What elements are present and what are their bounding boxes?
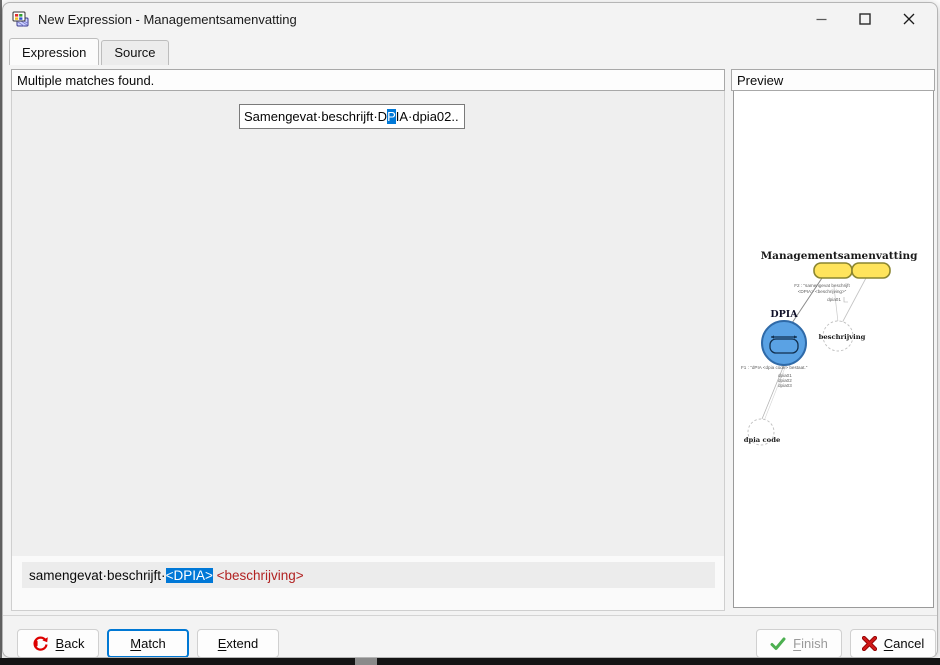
tab-expression[interactable]: Expression xyxy=(9,38,99,65)
window-title: New Expression - Managementsamenvatting xyxy=(38,12,297,27)
status-message-bar: Multiple matches found. xyxy=(11,69,725,91)
entity-dpia-code-label: dpia code xyxy=(744,436,781,444)
background-taskbar-item xyxy=(355,658,377,665)
role-box-left xyxy=(814,263,852,278)
match-button[interactable]: Match xyxy=(107,629,189,658)
app-icon xyxy=(11,10,31,28)
tab-strip: Expression Source xyxy=(9,39,171,65)
preview-diagram: Managementsamenvatting F2 : "samengevat … xyxy=(734,91,934,608)
f1-population-3: dpia03 xyxy=(778,383,792,388)
diagram-title: Managementsamenvatting xyxy=(761,250,919,262)
finish-button[interactable]: Finish xyxy=(756,629,842,658)
background-taskbar-strip xyxy=(0,658,940,665)
minimize-icon xyxy=(816,14,827,25)
expression-canvas[interactable]: Samengevat·beschrijft·DPIA·dpia02.. xyxy=(11,91,725,556)
back-button[interactable]: Back xyxy=(17,629,99,658)
close-icon xyxy=(903,13,915,25)
entity-beschrijving-label: beschrijving xyxy=(819,333,866,341)
new-expression-dialog: New Expression - Managementsamenvatting xyxy=(2,2,938,658)
matched-expression-area: samengevat·beschrijft·<DPIA> <beschrijvi… xyxy=(11,556,725,611)
cancel-button[interactable]: Cancel xyxy=(850,629,936,658)
preview-header: Preview xyxy=(731,69,935,91)
tab-source[interactable]: Source xyxy=(101,40,168,65)
expression-beschrijving-placeholder[interactable]: <beschrijving> xyxy=(217,568,304,583)
minimize-button[interactable] xyxy=(799,3,843,35)
screen: New Expression - Managementsamenvatting xyxy=(0,0,940,665)
entity-dpia-circle xyxy=(762,321,806,365)
status-message: Multiple matches found. xyxy=(17,73,154,88)
entity-dpia-label: DPIA xyxy=(770,309,798,320)
selected-character: P xyxy=(387,109,396,124)
f2-label-line1: F2 : "samengevat beschrijft xyxy=(794,283,850,288)
back-icon xyxy=(32,635,49,652)
preview-title: Preview xyxy=(737,73,783,88)
matched-expression-row[interactable]: samengevat·beschrijft·<DPIA> <beschrijvi… xyxy=(22,562,715,588)
cancel-x-icon xyxy=(862,636,877,651)
f1-label: F1 : "dPIA <dpia code> bestaat." xyxy=(741,365,808,370)
button-bar-divider xyxy=(3,615,937,616)
preview-panel: Managementsamenvatting F2 : "samengevat … xyxy=(733,91,934,608)
role-box-right xyxy=(852,263,890,278)
title-bar: New Expression - Managementsamenvatting xyxy=(3,3,937,35)
close-button[interactable] xyxy=(887,3,931,35)
f2-population: dpia01 xyxy=(827,297,841,302)
expression-plain-text: samengevat·beschrijft· xyxy=(29,568,166,583)
maximize-icon xyxy=(859,13,871,25)
f2-label-line2: <DPIA> <beschrijving>" xyxy=(798,289,847,294)
expression-input[interactable]: Samengevat·beschrijft·DPIA·dpia02.. xyxy=(239,104,465,129)
expression-dpia-placeholder[interactable]: <DPIA> xyxy=(166,568,213,583)
extend-button[interactable]: Extend xyxy=(197,629,279,658)
maximize-button[interactable] xyxy=(843,3,887,35)
finish-check-icon xyxy=(770,637,786,651)
